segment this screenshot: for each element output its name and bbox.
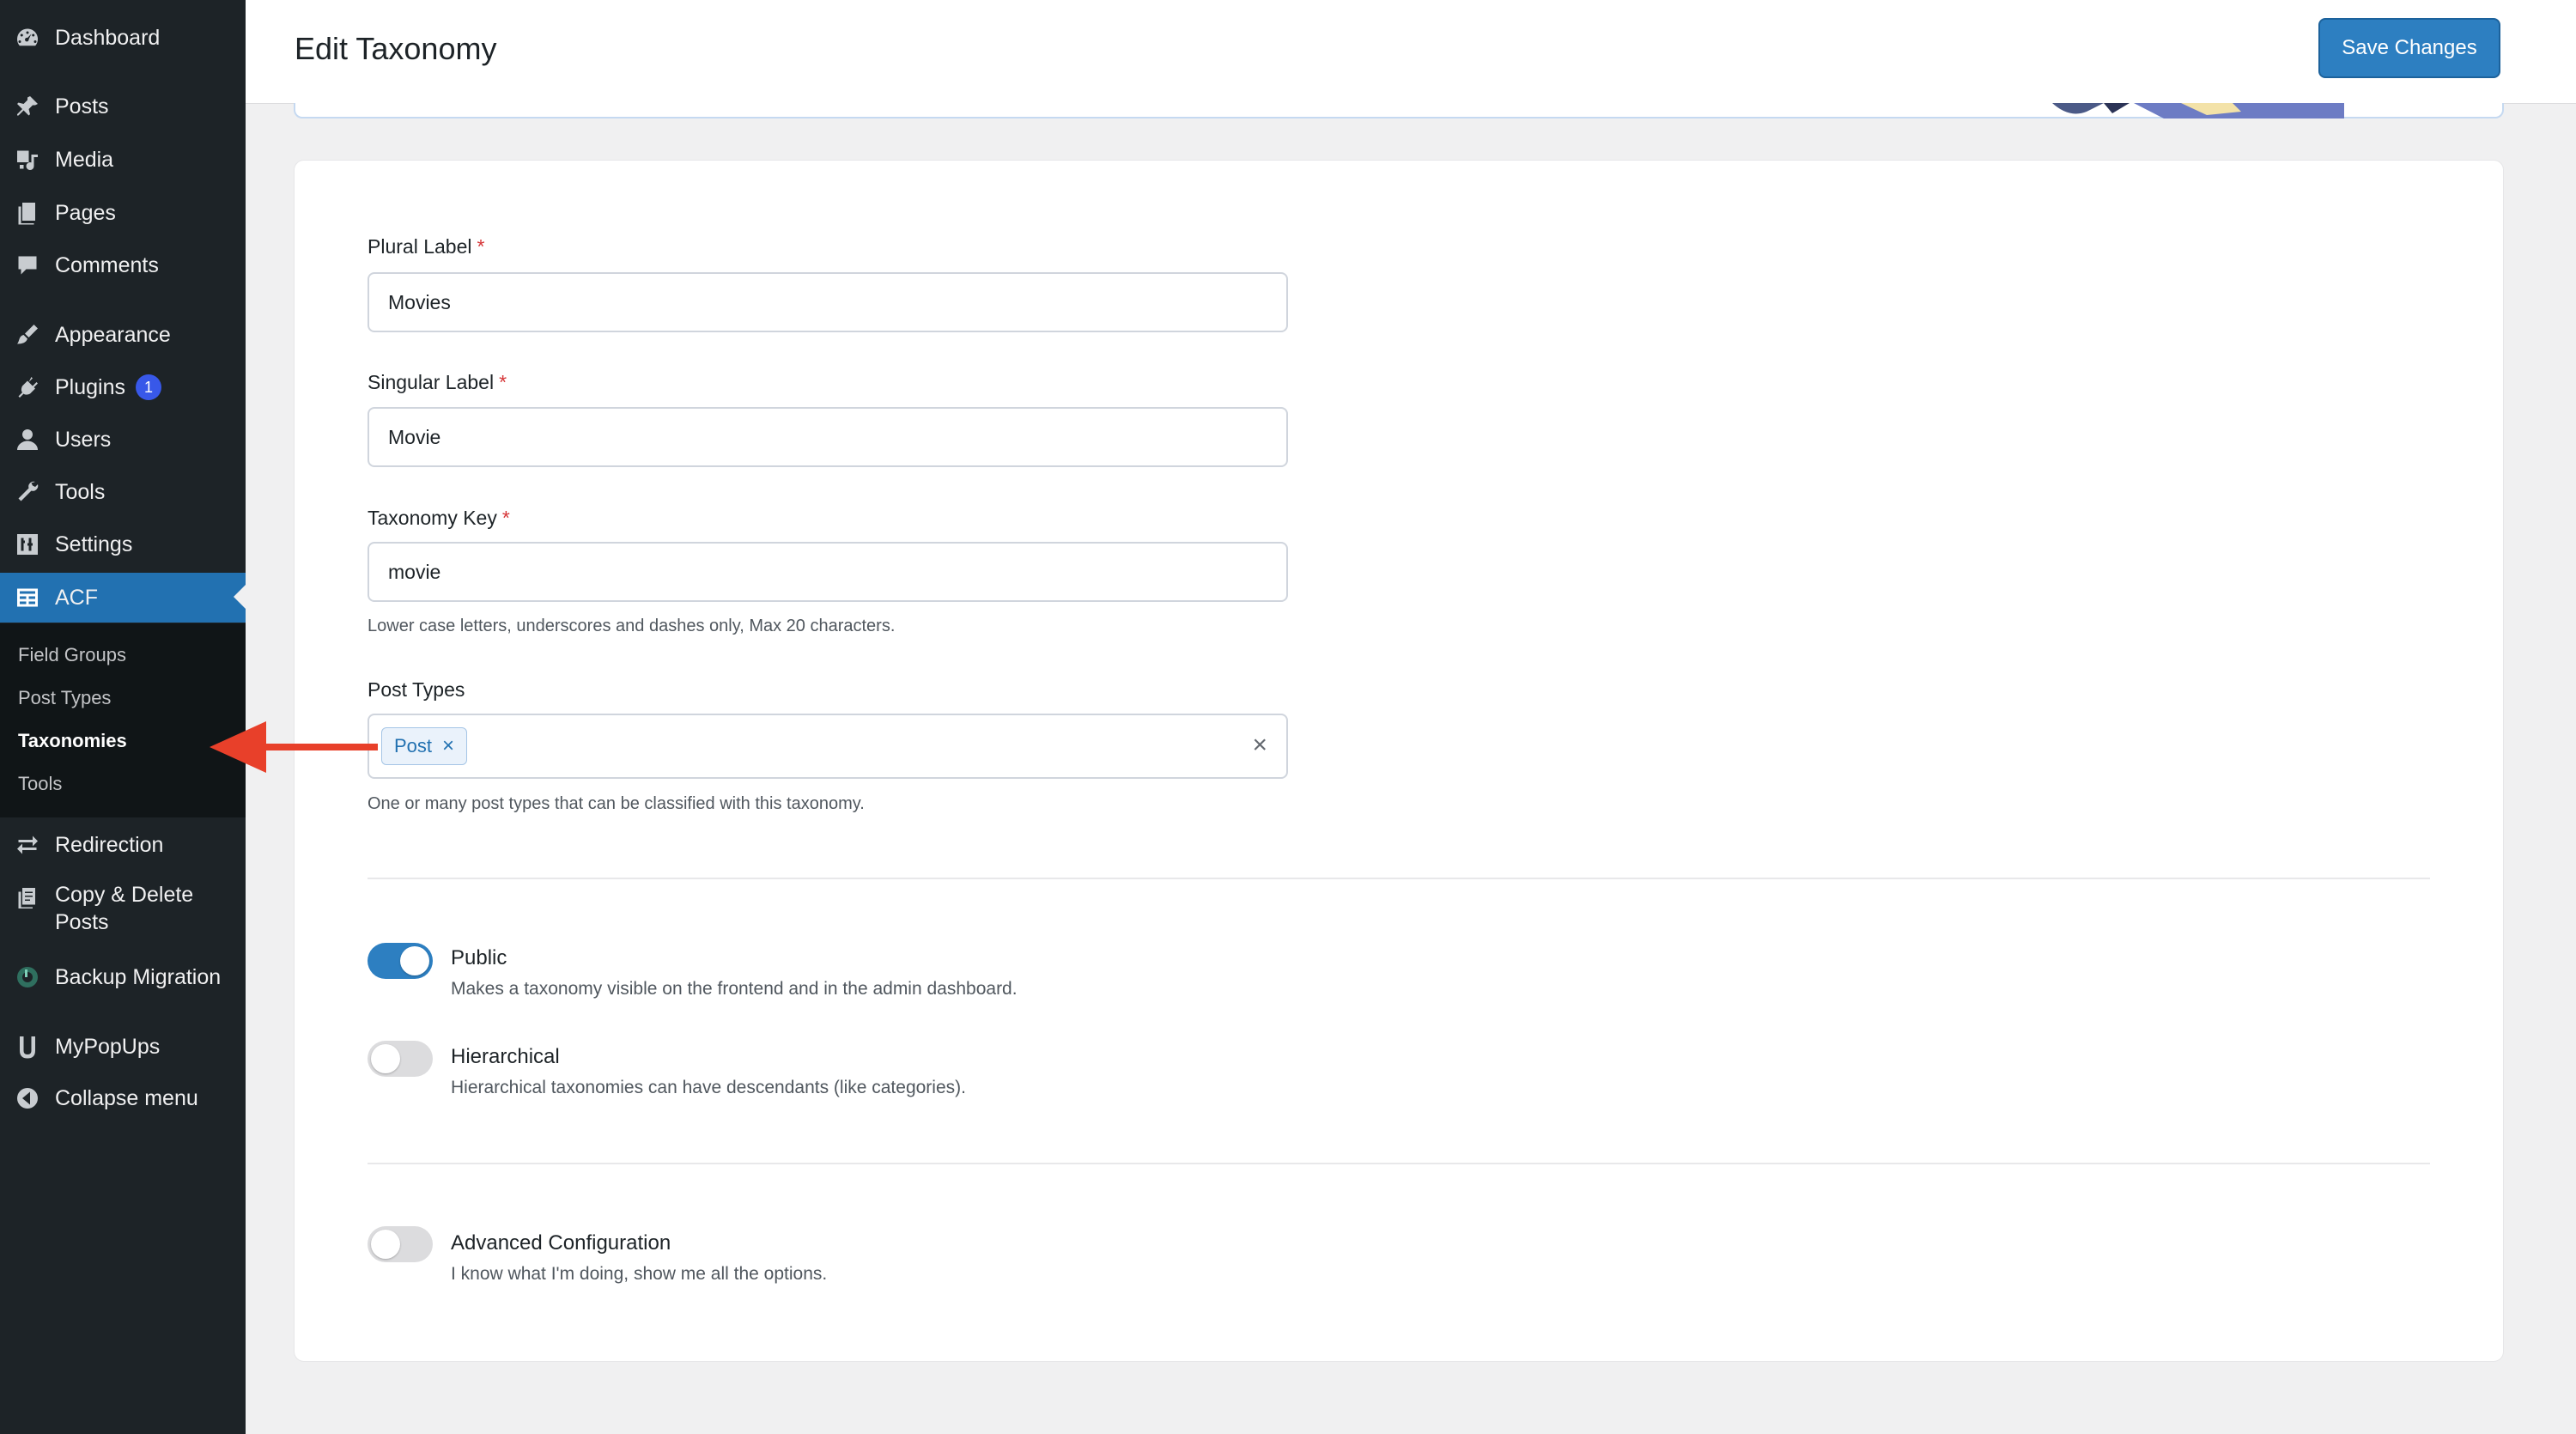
menu-label: Users [55, 427, 112, 452]
hierarchical-toggle[interactable] [368, 1041, 433, 1077]
field-label-text: Post Types [368, 678, 465, 701]
menu-label: Settings [55, 532, 133, 556]
menu-label-line2: Posts [55, 910, 109, 934]
singular-label-input[interactable]: Movie [368, 407, 1288, 467]
menu-collapse[interactable]: Collapse menu [0, 1074, 246, 1122]
save-changes-button[interactable]: Save Changes [2318, 18, 2500, 78]
public-toggle[interactable] [368, 943, 433, 979]
menu-pages[interactable]: Pages [0, 189, 246, 237]
toggle-knob [400, 946, 429, 975]
menu-label: ACF [55, 585, 98, 610]
menu-label: Plugins [55, 374, 125, 399]
menu-label: Backup Migration [55, 964, 222, 989]
active-indicator [234, 585, 246, 609]
menu-mypopups[interactable]: MyPopUps [0, 1023, 246, 1071]
plural-label-label: Plural Label * [368, 235, 484, 258]
menu-label: Comments [55, 252, 159, 277]
chip-label: Post [394, 735, 433, 756]
field-label-text: Taxonomy Key [368, 507, 497, 529]
menu-tools[interactable]: Tools [0, 468, 246, 516]
required-marker: * [501, 507, 510, 529]
annotation-arrow-icon [210, 721, 378, 773]
menu-dashboard[interactable]: Dashboard [0, 14, 246, 62]
plural-label-input[interactable]: Movies [368, 272, 1288, 332]
backup-icon [0, 953, 55, 1001]
redirect-icon [0, 821, 55, 869]
menu-posts[interactable]: Posts [0, 82, 246, 131]
advanced-configuration-toggle[interactable] [368, 1226, 433, 1262]
menu-users[interactable]: Users [0, 416, 246, 464]
page-header: Edit Taxonomy Save Changes [246, 0, 2576, 104]
acf-icon [0, 574, 55, 622]
public-toggle-desc: Makes a taxonomy visible on the frontend… [451, 979, 1018, 999]
menu-label: Copy & Delete [55, 883, 194, 907]
dashboard-icon [0, 14, 55, 62]
public-toggle-title: Public [451, 946, 507, 969]
plugin-update-badge: 1 [136, 374, 161, 400]
post-type-chip[interactable]: Post × [381, 727, 468, 765]
menu-label: Posts [55, 94, 109, 118]
collapse-icon [0, 1074, 55, 1122]
field-label-text: Plural Label [368, 235, 472, 258]
menu-redirection[interactable]: Redirection [0, 821, 246, 869]
menu-comments[interactable]: Comments [0, 241, 246, 289]
taxonomy-key-input[interactable]: movie [368, 542, 1288, 602]
comment-icon [0, 241, 55, 289]
taxonomy-key-help: Lower case letters, underscores and dash… [368, 617, 896, 635]
menu-appearance[interactable]: Appearance [0, 311, 246, 359]
required-marker: * [477, 235, 485, 258]
copy-icon [0, 881, 55, 915]
menu-label: MyPopUps [55, 1034, 161, 1059]
menu-backup-migration[interactable]: Backup Migration [0, 953, 246, 1001]
submenu-field-groups[interactable]: Field Groups [18, 644, 126, 666]
banner-illustration [2052, 103, 2344, 118]
menu-media[interactable]: Media [0, 136, 246, 184]
clear-selection-icon[interactable]: × [1252, 731, 1267, 760]
submenu-post-types[interactable]: Post Types [18, 687, 111, 709]
page-title: Edit Taxonomy [295, 31, 497, 66]
menu-label: Media [55, 147, 114, 172]
menu-acf[interactable]: ACF [0, 573, 246, 623]
menu-copy-delete-posts[interactable]: Copy & Delete Posts [0, 881, 246, 941]
pages-icon [0, 189, 55, 237]
menu-settings[interactable]: Settings [0, 520, 246, 568]
taxonomy-key-label: Taxonomy Key * [368, 507, 510, 530]
advanced-configuration-desc: I know what I'm doing, show me all the o… [451, 1264, 828, 1284]
required-marker: * [499, 371, 507, 393]
wrench-icon [0, 468, 55, 516]
popups-icon [0, 1023, 55, 1071]
hierarchical-toggle-desc: Hierarchical taxonomies can have descend… [451, 1078, 966, 1097]
remove-chip-icon[interactable]: × [442, 734, 454, 758]
plugin-icon [0, 363, 55, 411]
user-icon [0, 416, 55, 464]
menu-label: Redirection [55, 832, 164, 857]
settings-icon [0, 520, 55, 568]
toggle-knob [371, 1230, 400, 1259]
advanced-configuration-title: Advanced Configuration [451, 1231, 671, 1255]
submenu-taxonomies[interactable]: Taxonomies [18, 730, 127, 752]
menu-plugins[interactable]: Plugins 1 [0, 363, 246, 411]
post-types-select[interactable]: Post × × [368, 714, 1288, 779]
submenu-tools[interactable]: Tools [18, 773, 62, 795]
menu-label: Dashboard [55, 25, 161, 50]
section-divider [368, 878, 2430, 879]
menu-label: Tools [55, 479, 106, 504]
section-divider [368, 1163, 2430, 1164]
field-label-text: Singular Label [368, 371, 495, 393]
singular-label-label: Singular Label * [368, 371, 507, 394]
menu-label: Collapse menu [55, 1085, 198, 1110]
post-types-label: Post Types [368, 678, 465, 702]
media-icon [0, 136, 55, 184]
brush-icon [0, 311, 55, 359]
hierarchical-toggle-title: Hierarchical [451, 1045, 560, 1068]
menu-label: Appearance [55, 322, 171, 347]
toggle-knob [371, 1044, 400, 1073]
post-types-help: One or many post types that can be class… [368, 794, 865, 813]
pin-icon [0, 82, 55, 131]
menu-label: Pages [55, 200, 116, 225]
